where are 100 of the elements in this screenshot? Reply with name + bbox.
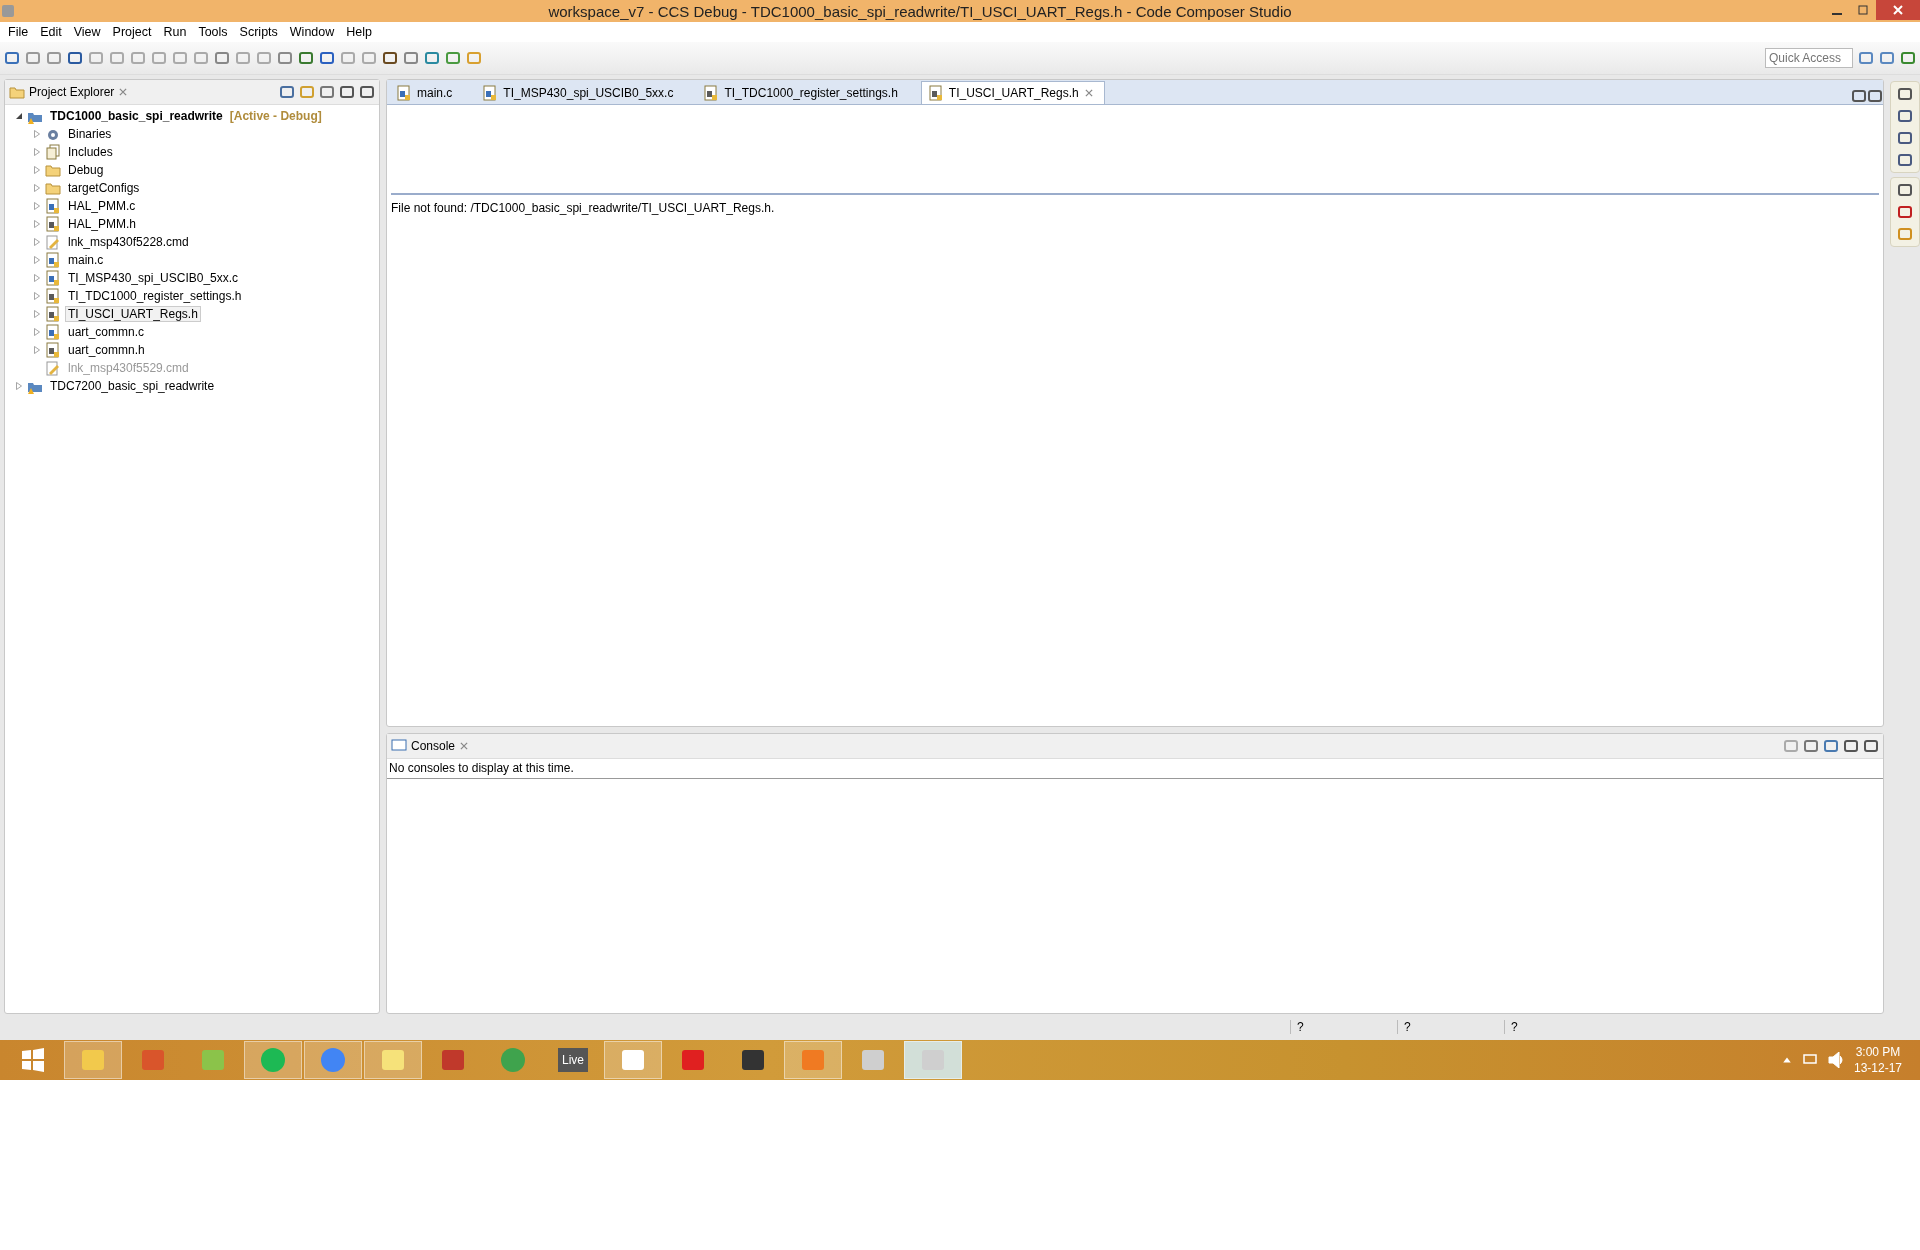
pencil-file-icon bbox=[45, 360, 61, 376]
toolbar-icon[interactable] bbox=[403, 50, 419, 66]
tree-item[interactable]: lnk_msp430f5228.cmd bbox=[65, 234, 192, 250]
toolbar-icon[interactable] bbox=[445, 50, 461, 66]
restore-icon[interactable] bbox=[1897, 182, 1913, 198]
c-file-icon bbox=[482, 85, 499, 101]
tree-item[interactable]: uart_commn.c bbox=[65, 324, 148, 340]
collapsed-arrow-icon bbox=[33, 256, 41, 264]
close-icon bbox=[459, 741, 470, 751]
menu-item[interactable]: File bbox=[2, 25, 35, 39]
taskbar-app[interactable] bbox=[304, 1041, 362, 1079]
h-file-icon bbox=[45, 216, 61, 232]
panel-title[interactable]: Console bbox=[411, 739, 456, 753]
h-file-icon bbox=[45, 288, 61, 304]
collapsed-arrow-icon bbox=[33, 274, 41, 282]
menu-item[interactable]: View bbox=[67, 25, 107, 39]
toolbar-icon[interactable] bbox=[214, 50, 230, 66]
toolbar-icon[interactable] bbox=[277, 50, 293, 66]
collapsed-arrow-icon bbox=[33, 148, 41, 156]
perspective-icon[interactable] bbox=[1858, 50, 1874, 66]
quick-access-field[interactable]: Quick Access bbox=[1765, 48, 1853, 68]
toolbar-icon[interactable] bbox=[4, 50, 20, 66]
h-file-icon bbox=[45, 306, 61, 322]
tree-item[interactable]: TI_USCI_UART_Regs.h bbox=[65, 306, 201, 322]
tree-item[interactable]: TI_TDC1000_register_settings.h bbox=[65, 288, 245, 304]
collapsed-arrow-icon bbox=[33, 328, 41, 336]
collapsed-arrow-icon bbox=[33, 220, 41, 228]
restore-icon[interactable] bbox=[1897, 86, 1913, 102]
tree-item[interactable]: HAL_PMM.h bbox=[65, 216, 140, 232]
editor-tab[interactable]: TI_TDC1000_register_settings.h bbox=[696, 81, 909, 104]
status-field: ? bbox=[1290, 1020, 1397, 1034]
menu-item[interactable]: Edit bbox=[34, 25, 68, 39]
status-field: ? bbox=[1397, 1020, 1504, 1034]
maximize-icon[interactable] bbox=[1863, 738, 1879, 754]
toolbar-icon[interactable] bbox=[424, 50, 440, 66]
tree-item[interactable]: main.c bbox=[65, 252, 107, 268]
taskbar-app[interactable]: Live bbox=[544, 1041, 602, 1079]
tree-item[interactable]: Debug bbox=[65, 162, 107, 178]
windows-logo-icon bbox=[21, 1048, 45, 1072]
menu-item[interactable]: Help bbox=[340, 25, 378, 39]
toolbar-icon[interactable] bbox=[298, 50, 314, 66]
collapsed-arrow-icon bbox=[15, 382, 23, 390]
grid-icon[interactable] bbox=[1897, 226, 1913, 242]
tree-item[interactable]: targetConfigs bbox=[65, 180, 143, 196]
c-file-icon bbox=[396, 85, 412, 101]
collapsed-arrow-icon bbox=[33, 184, 41, 192]
tree-item[interactable]: Binaries bbox=[65, 126, 115, 142]
circle-logo-icon bbox=[500, 1047, 526, 1073]
toolbar-icon[interactable] bbox=[319, 50, 335, 66]
memory-icon[interactable] bbox=[1897, 152, 1913, 168]
toolbar-icon[interactable] bbox=[67, 50, 83, 66]
c-file-icon bbox=[45, 198, 61, 214]
minimize-icon[interactable] bbox=[339, 84, 355, 100]
close-button[interactable] bbox=[1876, 0, 1920, 20]
h-file-icon bbox=[927, 85, 944, 101]
restore-icon[interactable] bbox=[1858, 5, 1868, 15]
panel-title[interactable]: Project Explorer bbox=[29, 85, 115, 99]
window-title: workspace_v7 - CCS Debug - TDC1000_basic_spi_readwrite/TI_USCI_UART_Regs.h - Code Composer Studio bbox=[547, 2, 1293, 20]
collapsed-arrow-icon bbox=[33, 202, 41, 210]
menu-item[interactable]: Run bbox=[157, 25, 193, 39]
editor-tab[interactable]: main.c bbox=[389, 81, 464, 104]
debug-perspective-icon[interactable] bbox=[1900, 50, 1916, 66]
menu-item[interactable]: Project bbox=[106, 25, 158, 39]
menu-item[interactable]: Tools bbox=[192, 25, 234, 39]
collapsed-arrow-icon bbox=[33, 238, 41, 246]
minimize-icon[interactable] bbox=[1851, 88, 1867, 104]
tree-item[interactable]: uart_commn.h bbox=[65, 342, 148, 358]
project-name[interactable]: TDC7200_basic_spi_readwrite bbox=[47, 378, 218, 394]
breakpoint-icon[interactable] bbox=[1897, 204, 1913, 220]
h-file-icon bbox=[703, 85, 720, 101]
speaker-icon bbox=[1827, 1052, 1844, 1068]
project-name[interactable]: TDC1000_basic_spi_readwrite bbox=[47, 108, 226, 124]
toolbar-icon[interactable] bbox=[382, 50, 398, 66]
link-arrows-icon[interactable] bbox=[299, 84, 315, 100]
tree-item[interactable]: HAL_PMM.c bbox=[65, 198, 139, 214]
maximize-icon[interactable] bbox=[359, 84, 375, 100]
perspective-icon[interactable] bbox=[1879, 50, 1895, 66]
variables-icon[interactable] bbox=[1897, 108, 1913, 124]
editor-tab[interactable]: TI_USCI_UART_Regs.h bbox=[920, 81, 1105, 104]
collapse-all-icon[interactable] bbox=[279, 84, 295, 100]
view-menu-icon[interactable] bbox=[319, 84, 335, 100]
collapsed-arrow-icon bbox=[33, 130, 41, 138]
c-file-icon bbox=[45, 252, 61, 268]
console-message: No consoles to display at this time. bbox=[387, 759, 1883, 779]
error-message: File not found: /TDC1000_basic_spi_readwrite/TI_USCI_UART_Regs.h. bbox=[391, 201, 776, 215]
expanded-arrow-icon bbox=[15, 112, 23, 120]
tree-item[interactable]: TI_MSP430_spi_USCIB0_5xx.c bbox=[65, 270, 242, 286]
tree-item[interactable]: Includes bbox=[65, 144, 116, 160]
pin-icon[interactable] bbox=[1783, 738, 1799, 754]
menu-item[interactable]: Scripts bbox=[233, 25, 284, 39]
editor-tab[interactable]: TI_MSP430_spi_USCIB0_5xx.c bbox=[475, 81, 685, 104]
new-console-icon[interactable] bbox=[1823, 738, 1839, 754]
expressions-icon[interactable] bbox=[1897, 130, 1913, 146]
close-icon bbox=[1083, 88, 1094, 98]
display-console-icon[interactable] bbox=[1803, 738, 1819, 754]
collapsed-arrow-icon bbox=[33, 292, 41, 300]
menu-item[interactable]: Window bbox=[283, 25, 341, 39]
minimize-icon[interactable] bbox=[1843, 738, 1859, 754]
close-icon bbox=[1893, 5, 1903, 15]
restore-icon[interactable] bbox=[1867, 88, 1883, 104]
